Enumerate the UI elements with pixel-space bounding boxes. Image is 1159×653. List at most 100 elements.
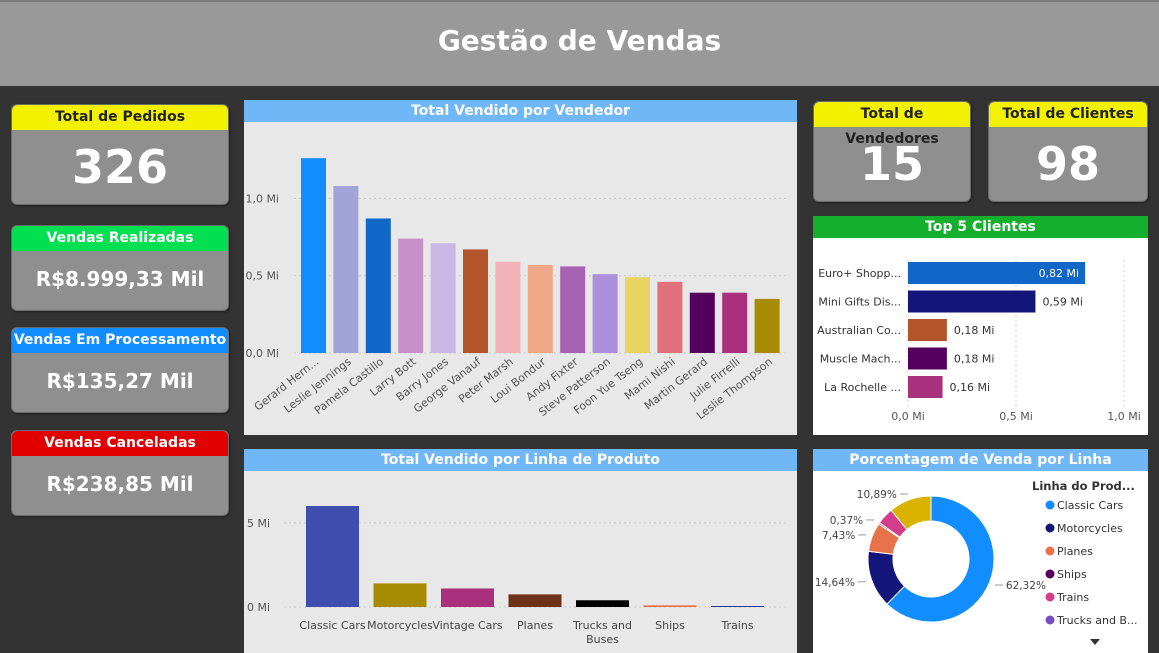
legend-label: Ships	[1057, 568, 1087, 581]
kpi-total-pedidos-value: 326	[71, 140, 169, 194]
data-label: 62,32%	[1006, 580, 1046, 592]
bar	[463, 249, 488, 353]
kpi-total-clientes-value: 98	[1035, 137, 1100, 191]
chart-pie-svg: 62,32% 14,64% 7,43% 0,37% 10,89% Linha do Pro…	[815, 479, 1137, 645]
chart-top5-panel[interactable]: Top 5 Clientes 0,0 Mi 0,5 Mi 1,0 Mi Euro+ S…	[813, 216, 1148, 435]
bar	[908, 319, 947, 341]
legend-title: Linha do Prod...	[1032, 479, 1135, 493]
data-label: 10,89%	[857, 489, 897, 501]
kpi-vendas-canceladas[interactable]: Vendas Canceladas R$238,85 Mil	[11, 430, 229, 516]
kpi-vendas-processamento[interactable]: Vendas Em Processamento R$135,27 Mil	[11, 327, 229, 413]
legend-label: Classic Cars	[1057, 499, 1123, 512]
bar	[508, 594, 562, 607]
bar	[689, 292, 715, 353]
chart-linha-panel[interactable]: Total Vendido por Linha de Produto 0 Mi 5…	[244, 449, 797, 653]
chart-vendedor-panel[interactable]: Total Vendido por Vendedor 0,0 Mi 0,5 Mi 1…	[244, 100, 797, 435]
y-tick-label: 0,0 Mi	[245, 347, 279, 360]
x-tick-label: Trains	[720, 619, 753, 632]
bar	[711, 606, 764, 607]
legend-label: Planes	[1057, 545, 1093, 558]
category-label: La Rochelle ...	[824, 381, 901, 394]
bar	[333, 186, 359, 353]
kpi-vendas-canceladas-value: R$238,85 Mil	[46, 472, 194, 496]
kpi-vendas-realizadas-label: Vendas Realizadas	[12, 226, 228, 251]
x-tick-label: 1,0 Mi	[1107, 410, 1141, 423]
category-label: Muscle Mach...	[820, 353, 901, 366]
legend-label: Trains	[1056, 591, 1089, 604]
y-tick-label: 1,0 Mi	[245, 192, 279, 205]
legend-label: Trucks and B...	[1056, 614, 1137, 627]
kpi-total-vendedores-label: Total de Vendedores	[814, 102, 970, 147]
kpi-total-pedidos[interactable]: Total de Pedidos 326	[11, 104, 229, 205]
page-title: Gestão de Vendas	[437, 24, 722, 57]
chart-top5-svg: 0,0 Mi 0,5 Mi 1,0 Mi Euro+ Shopp... 0,82 Mi M…	[817, 260, 1141, 423]
x-tick-label: 0,5 Mi	[999, 410, 1033, 423]
bar	[592, 274, 618, 353]
legend-label: Motorcycles	[1057, 522, 1123, 535]
bar	[722, 292, 748, 353]
legend-marker	[1045, 523, 1055, 533]
bar	[908, 376, 943, 398]
chart-linha-svg: 0 Mi 5 Mi Classic Cars Motorcycles Vintage C…	[247, 506, 789, 646]
kpi-total-vendedores[interactable]: Total de Vendedores 15	[813, 101, 971, 202]
kpi-total-clientes[interactable]: Total de Clientes 98	[988, 101, 1148, 202]
chart-pie-panel[interactable]: Porcentagem de Venda por Linha 62,32% 14,…	[813, 449, 1148, 653]
bar	[306, 506, 359, 607]
y-tick-label: 0 Mi	[247, 601, 270, 614]
x-tick-label: Buses	[586, 633, 619, 646]
legend-marker	[1045, 546, 1055, 556]
bar	[560, 266, 586, 353]
category-label: Mini Gifts Dis...	[818, 296, 901, 309]
bar	[301, 158, 326, 353]
x-tick-label: Planes	[517, 619, 553, 632]
bar	[527, 264, 553, 353]
chart-vendedor-title: Total Vendido por Vendedor	[244, 100, 797, 122]
bar	[625, 277, 650, 353]
y-tick-label: 0,5 Mi	[245, 270, 279, 283]
chart-vendedor-svg: 0,0 Mi0,5 Mi1,0 MiGerard Hern...Leslie J…	[245, 158, 789, 422]
data-label: 0,18 Mi	[954, 324, 995, 337]
bar	[657, 281, 683, 353]
kpi-total-clientes-label: Total de Clientes	[989, 102, 1147, 127]
bar	[365, 218, 391, 353]
x-tick-label: Trucks and	[572, 619, 632, 632]
data-label: 0,18 Mi	[954, 353, 995, 366]
kpi-vendas-realizadas-value: R$8.999,33 Mil	[35, 267, 205, 291]
category-label: Australian Co...	[817, 324, 901, 337]
legend-marker	[1045, 500, 1055, 510]
data-label: 0,59 Mi	[1042, 296, 1083, 309]
bar	[398, 238, 424, 353]
category-label: Euro+ Shopp...	[818, 267, 901, 280]
legend-marker	[1045, 569, 1055, 579]
data-label: 0,16 Mi	[950, 381, 991, 394]
kpi-vendas-realizadas[interactable]: Vendas Realizadas R$8.999,33 Mil	[11, 225, 229, 311]
x-tick-label: Classic Cars	[299, 619, 365, 632]
kpi-vendas-canceladas-label: Vendas Canceladas	[12, 431, 228, 456]
data-label: 7,43%	[822, 530, 855, 542]
chart-top5-title: Top 5 Clientes	[813, 216, 1148, 238]
legend-marker	[1045, 592, 1055, 602]
bar	[908, 290, 1036, 313]
chart-linha-title: Total Vendido por Linha de Produto	[244, 449, 797, 471]
kpi-vendas-processamento-label: Vendas Em Processamento	[12, 328, 228, 353]
legend-marker	[1045, 615, 1055, 625]
bar	[441, 588, 494, 607]
kpi-vendas-processamento-value: R$135,27 Mil	[46, 369, 194, 393]
bar	[908, 347, 947, 370]
x-tick-label: Vintage Cars	[432, 619, 503, 632]
bar	[373, 583, 427, 607]
kpi-total-vendedores-value: 15	[859, 137, 924, 191]
x-tick-label: Ships	[655, 619, 685, 632]
x-tick-label: Motorcycles	[367, 619, 433, 632]
chart-pie-title: Porcentagem de Venda por Linha	[813, 449, 1148, 471]
kpi-total-pedidos-label: Total de Pedidos	[12, 105, 228, 130]
header-bar: Gestão de Vendas	[0, 0, 1159, 86]
data-label: 0,37%	[830, 515, 863, 527]
bar	[430, 243, 456, 353]
y-tick-label: 5 Mi	[247, 517, 270, 530]
bar	[495, 261, 521, 353]
legend-scroll-down-icon	[1090, 639, 1100, 645]
bar	[643, 605, 697, 607]
bar	[754, 298, 780, 353]
data-label: 0,82 Mi	[1039, 267, 1080, 280]
